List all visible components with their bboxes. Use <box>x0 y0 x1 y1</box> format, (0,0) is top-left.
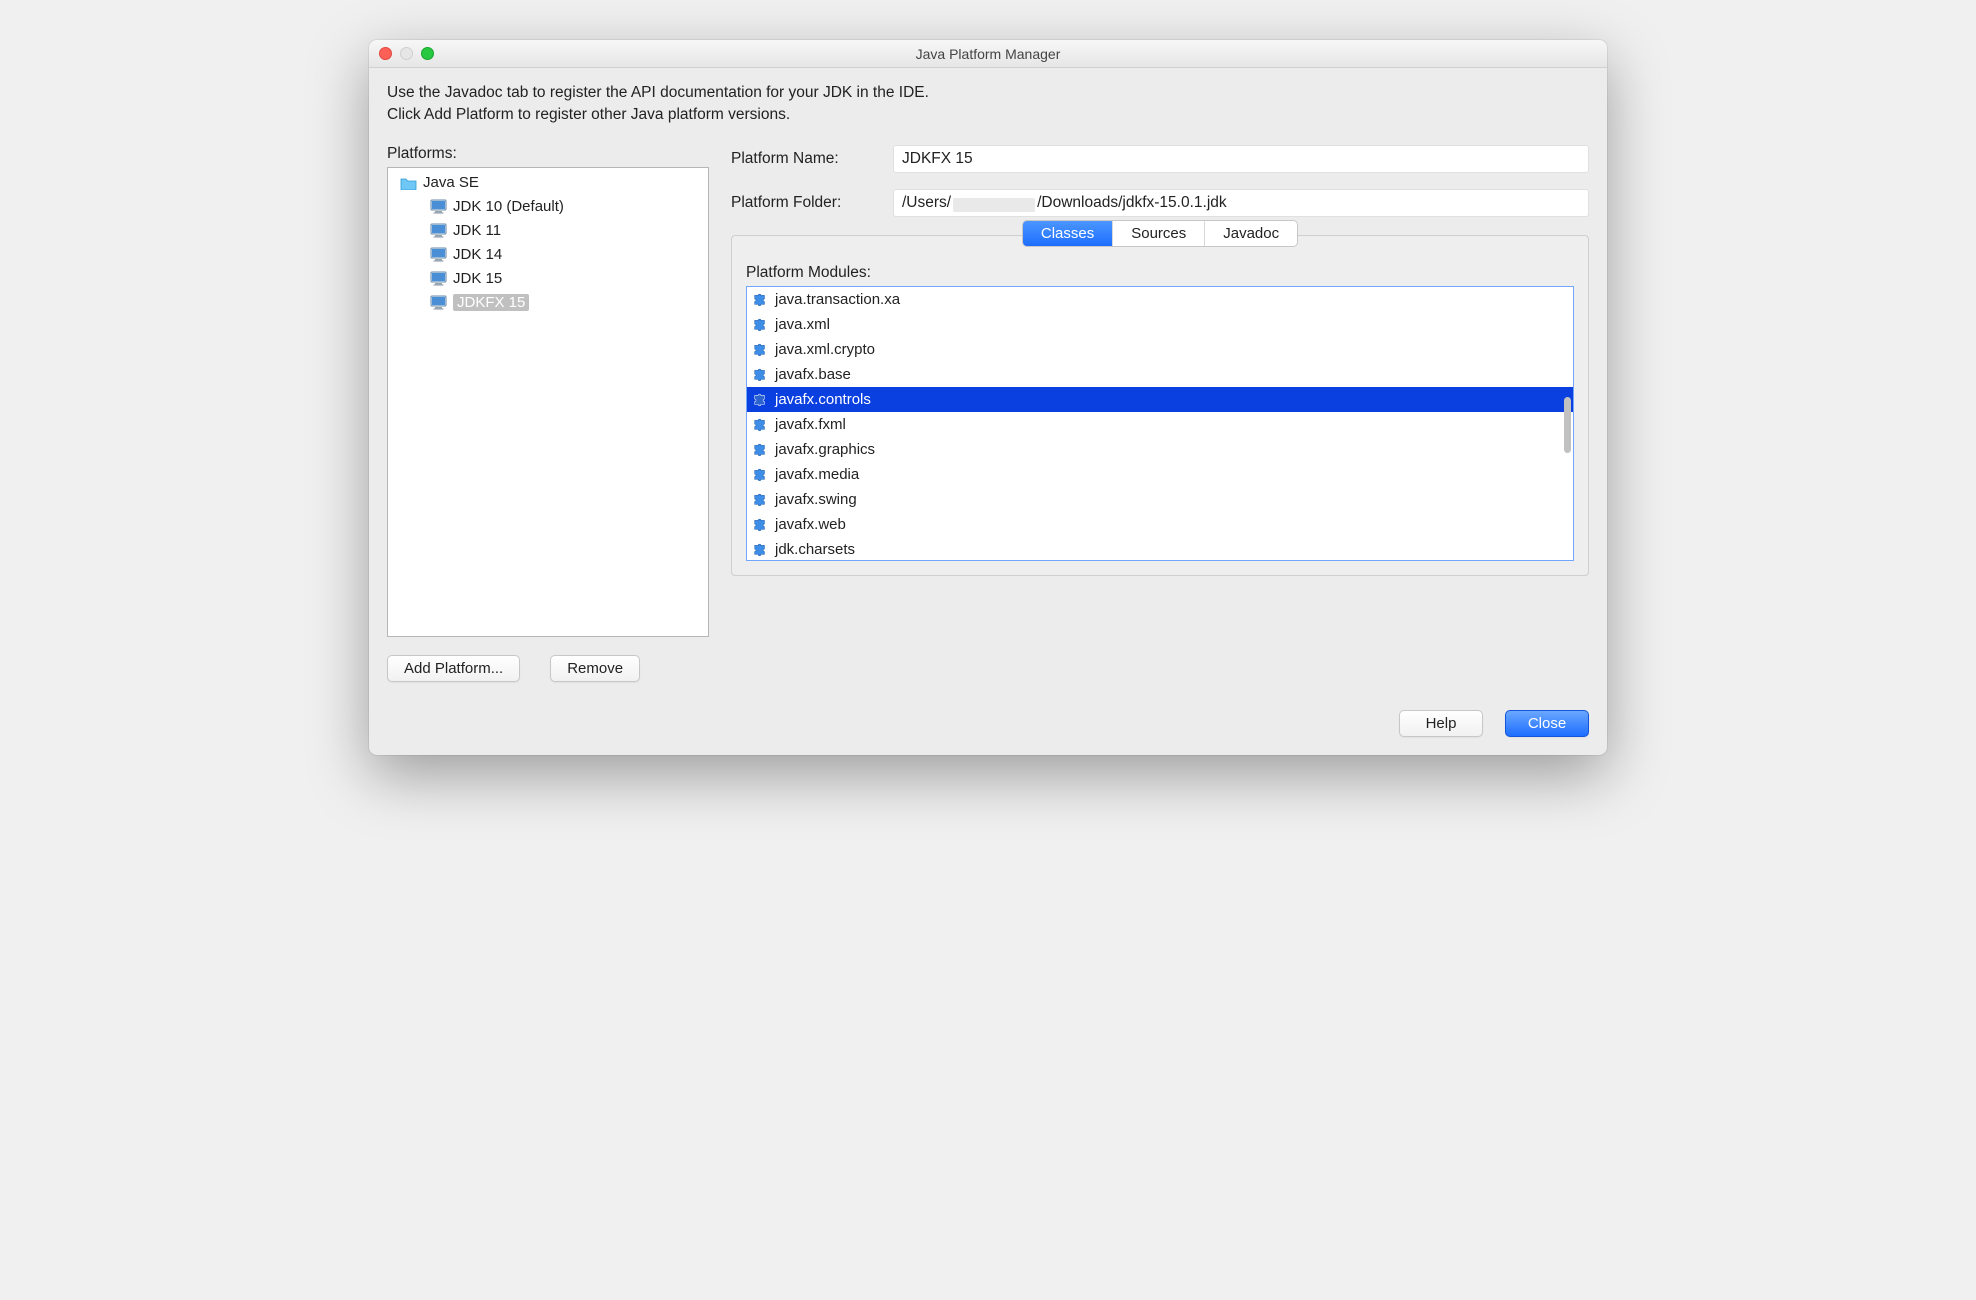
puzzle-icon <box>751 416 769 432</box>
platform-folder-label: Platform Folder: <box>731 194 879 212</box>
window-title: Java Platform Manager <box>369 46 1607 62</box>
platform-name-field[interactable]: JDKFX 15 <box>893 145 1589 173</box>
window-zoom-icon[interactable] <box>421 47 434 60</box>
tree-item[interactable]: JDK 11 <box>424 219 708 243</box>
tree-item[interactable]: JDK 10 (Default) <box>424 195 708 219</box>
puzzle-icon <box>751 366 769 382</box>
module-item[interactable]: javafx.controls <box>747 387 1573 412</box>
tabs-panel: ClassesSourcesJavadoc Platform Modules: … <box>731 235 1589 576</box>
monitor-icon <box>430 247 447 262</box>
tree-item-label: JDKFX 15 <box>453 294 529 311</box>
module-item-label: javafx.fxml <box>775 416 846 433</box>
puzzle-icon <box>751 441 769 457</box>
remove-platform-button[interactable]: Remove <box>550 655 640 682</box>
module-item[interactable]: javafx.base <box>747 362 1573 387</box>
platform-folder-pre: /Users/ <box>902 194 951 212</box>
tree-item-label: JDK 15 <box>453 270 502 287</box>
tabs-strip: ClassesSourcesJavadoc <box>1022 220 1298 247</box>
tree-item-label: JDK 10 (Default) <box>453 198 564 215</box>
module-item[interactable]: javafx.fxml <box>747 412 1573 437</box>
module-item[interactable]: javafx.graphics <box>747 437 1573 462</box>
scrollbar-thumb[interactable] <box>1564 397 1571 453</box>
tree-item-label: JDK 14 <box>453 246 502 263</box>
monitor-icon <box>430 199 447 214</box>
module-item-label: jdk.charsets <box>775 541 855 558</box>
hint-line-2: Click Add Platform to register other Jav… <box>387 104 1589 126</box>
tab-classes[interactable]: Classes <box>1023 221 1113 246</box>
puzzle-icon <box>751 466 769 482</box>
module-item-label: java.xml <box>775 316 830 333</box>
platform-folder-field[interactable]: /Users/ /Downloads/jdkfx-15.0.1.jdk <box>893 189 1589 217</box>
platform-modules-list[interactable]: java.transaction.xa java.xml java.xml.cr… <box>746 286 1574 561</box>
platform-folder-post: /Downloads/jdkfx-15.0.1.jdk <box>1037 194 1227 212</box>
module-item-label: javafx.media <box>775 466 859 483</box>
puzzle-icon <box>751 316 769 332</box>
window-close-icon[interactable] <box>379 47 392 60</box>
module-item-label: javafx.swing <box>775 491 857 508</box>
hint-line-1: Use the Javadoc tab to register the API … <box>387 82 1589 104</box>
platform-name-label: Platform Name: <box>731 150 879 168</box>
puzzle-icon <box>751 491 769 507</box>
monitor-icon <box>430 295 447 310</box>
tree-item-label: JDK 11 <box>453 222 501 239</box>
module-item-label: javafx.web <box>775 516 846 533</box>
puzzle-icon <box>751 341 769 357</box>
module-item[interactable]: javafx.media <box>747 462 1573 487</box>
module-item-label: javafx.base <box>775 366 851 383</box>
module-item-label: javafx.graphics <box>775 441 875 458</box>
tree-root-item[interactable]: Java SE <box>394 171 708 195</box>
redacted-username <box>953 198 1035 212</box>
add-platform-button[interactable]: Add Platform... <box>387 655 520 682</box>
tree-item[interactable]: JDK 15 <box>424 267 708 291</box>
tree-item[interactable]: JDKFX 15 <box>424 291 708 315</box>
titlebar[interactable]: Java Platform Manager <box>369 40 1607 68</box>
platform-name-value: JDKFX 15 <box>902 150 973 168</box>
hint-text: Use the Javadoc tab to register the API … <box>387 82 1589 127</box>
platforms-tree[interactable]: Java SE JDK 10 (Default) JDK 11 JDK 14 J… <box>387 167 709 637</box>
puzzle-icon <box>751 516 769 532</box>
module-item-label: javafx.controls <box>775 391 871 408</box>
puzzle-icon <box>751 291 769 307</box>
platform-modules-label: Platform Modules: <box>746 264 1574 282</box>
monitor-icon <box>430 223 447 238</box>
module-item[interactable]: javafx.swing <box>747 487 1573 512</box>
tree-item[interactable]: JDK 14 <box>424 243 708 267</box>
module-item[interactable]: java.transaction.xa <box>747 287 1573 312</box>
module-item[interactable]: java.xml.crypto <box>747 337 1573 362</box>
folder-icon <box>400 176 417 190</box>
module-item[interactable]: javafx.web <box>747 512 1573 537</box>
tree-root-label: Java SE <box>423 174 479 191</box>
module-item[interactable]: java.xml <box>747 312 1573 337</box>
help-button[interactable]: Help <box>1399 710 1483 737</box>
tab-javadoc[interactable]: Javadoc <box>1205 221 1297 246</box>
monitor-icon <box>430 271 447 286</box>
module-item[interactable]: jdk.charsets <box>747 537 1573 561</box>
tab-sources[interactable]: Sources <box>1113 221 1205 246</box>
platforms-label: Platforms: <box>387 145 709 163</box>
module-item-label: java.xml.crypto <box>775 341 875 358</box>
puzzle-icon <box>751 391 769 407</box>
module-item-label: java.transaction.xa <box>775 291 900 308</box>
window-minimize-icon <box>400 47 413 60</box>
close-button[interactable]: Close <box>1505 710 1589 737</box>
java-platform-manager-window: Java Platform Manager Use the Javadoc ta… <box>369 40 1607 755</box>
puzzle-icon <box>751 541 769 557</box>
